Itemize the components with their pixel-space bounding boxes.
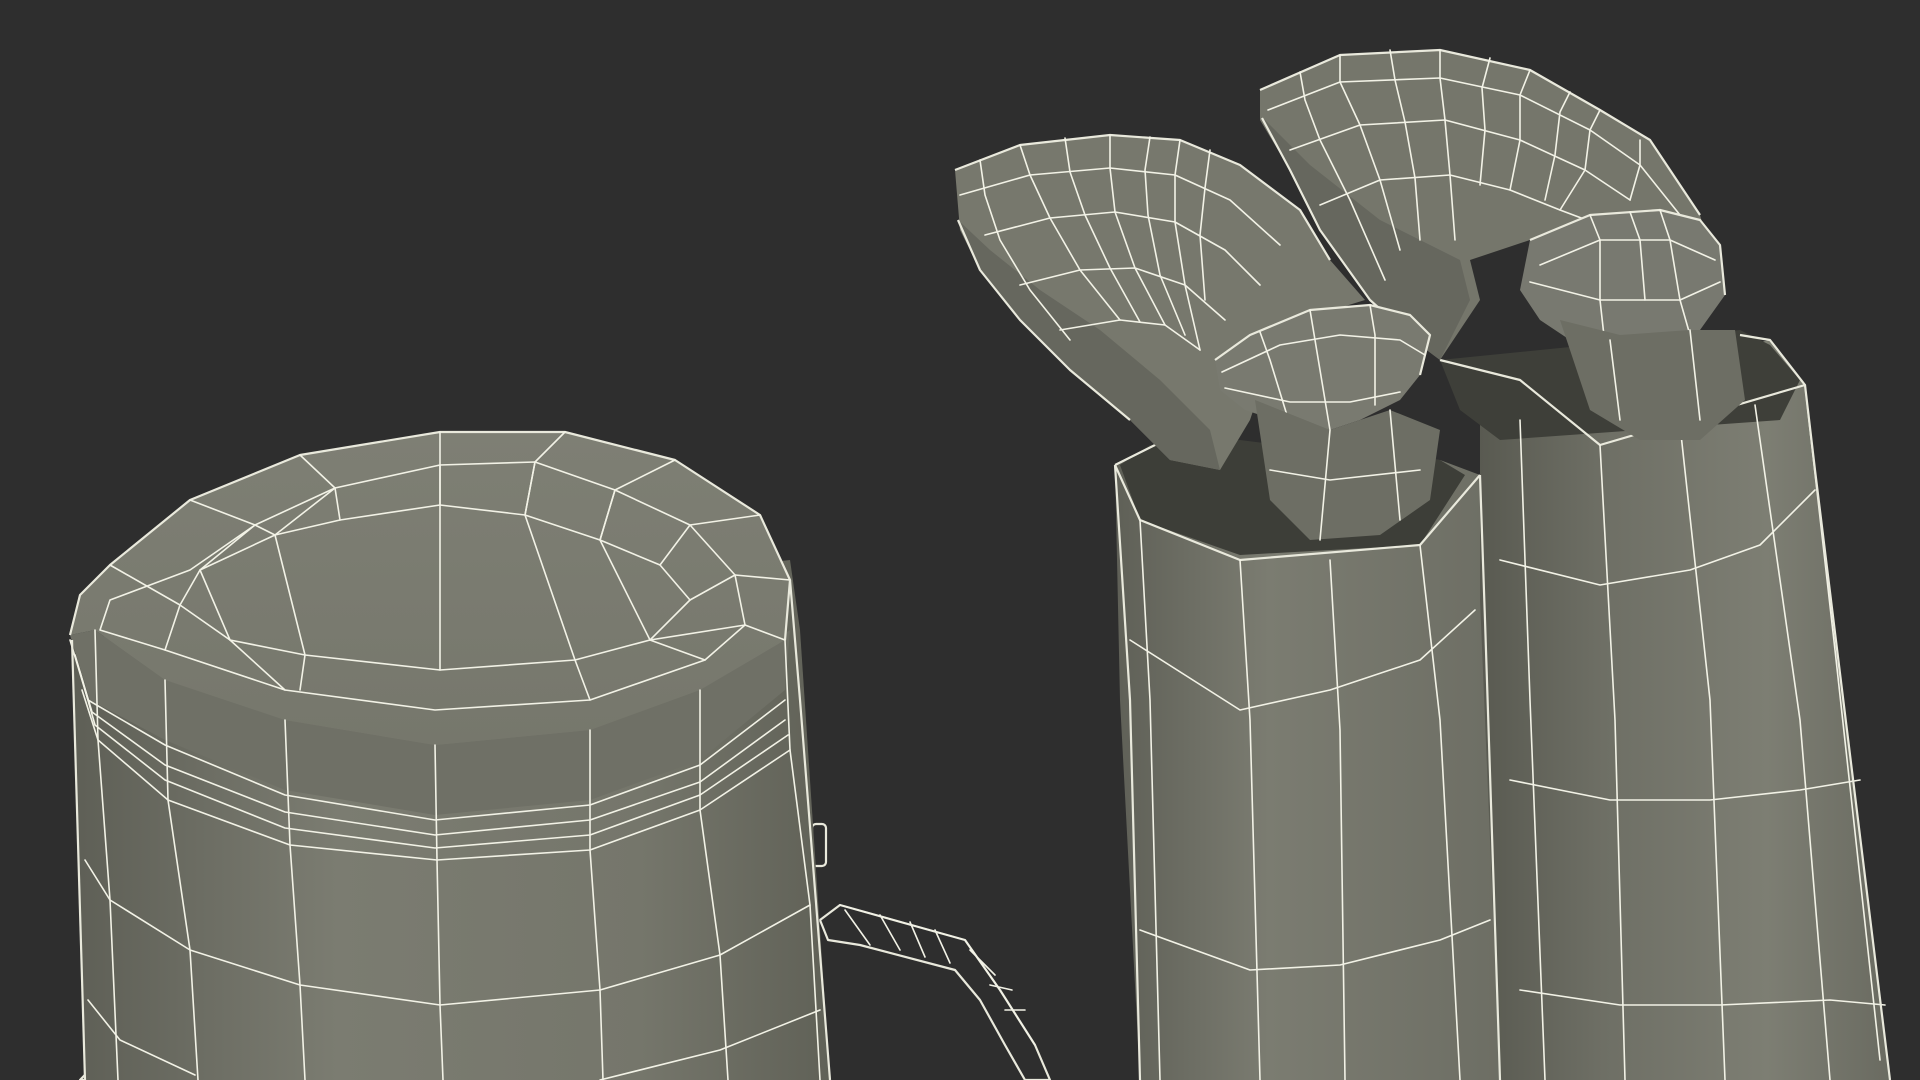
container-with-lid bbox=[68, 430, 1052, 1080]
wireframe-render bbox=[68, 48, 1892, 1080]
3d-viewport bbox=[0, 0, 1920, 1080]
